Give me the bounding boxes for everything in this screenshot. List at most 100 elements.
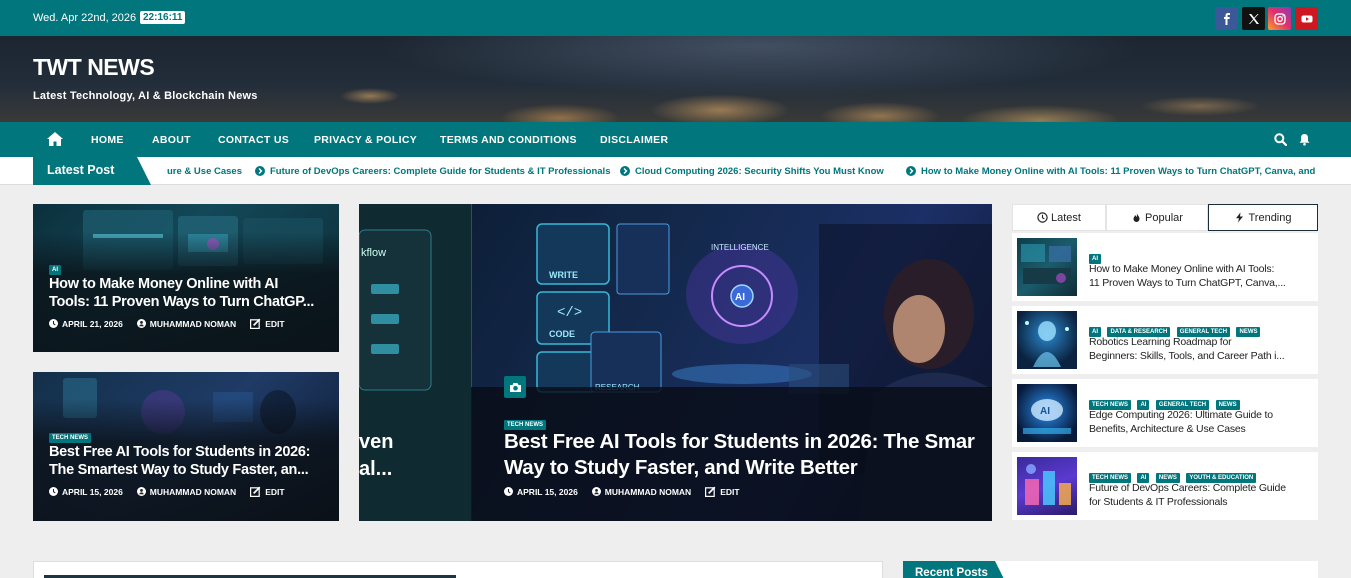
site-header: TWT NEWS Latest Technology, AI & Blockch…: [0, 36, 1351, 122]
nav-contact-us[interactable]: CONTACT US: [218, 134, 289, 146]
sidebar-post[interactable]: AI TECH NEWS AI GENERAL TECH NEWS Edge C…: [1012, 379, 1318, 447]
clock-icon: [49, 319, 58, 328]
bell-icon[interactable]: [1298, 133, 1311, 146]
nav-terms-and-conditions[interactable]: TERMS AND CONDITIONS: [440, 134, 577, 146]
sidebar-tabs: Latest Popular Trending: [1012, 204, 1318, 231]
sidebar-post-title-line[interactable]: How to Make Money Online with AI Tools:: [1089, 262, 1309, 276]
instagram-link[interactable]: [1268, 7, 1291, 30]
ticker-track: ure & Use Cases Future of DevOps Careers…: [167, 157, 1318, 185]
tab-trending[interactable]: Trending: [1208, 204, 1318, 231]
recent-posts-heading: Recent Posts: [903, 561, 1007, 578]
edit-icon: [705, 486, 716, 497]
post-title-line[interactable]: How to Make Money Online with AI: [49, 275, 334, 293]
post-meta: APRIL 21, 2026 MUHAMMAD NOMAN EDIT: [49, 318, 285, 329]
sidebar-post-title-line[interactable]: Beginners: Skills, Tools, and Career Pat…: [1089, 349, 1309, 363]
post-meta: APRIL 15, 2026 MUHAMMAD NOMAN EDIT: [504, 486, 740, 497]
sidebar-post-title-line[interactable]: Robotics Learning Roadmap for: [1089, 335, 1309, 349]
sidebar-post-thumbnail[interactable]: [1017, 238, 1077, 296]
previous-slide-line: ven: [359, 431, 394, 453]
top-bar: Wed. Apr 22nd, 2026 22:16:11: [0, 0, 1351, 36]
main-navigation: HOME ABOUT CONTACT US PRIVACY & POLICY T…: [0, 122, 1351, 157]
clock-icon: [504, 487, 513, 496]
tab-latest-label[interactable]: Latest: [1051, 212, 1081, 224]
post-author[interactable]: MUHAMMAD NOMAN: [150, 319, 236, 329]
youtube-icon: [1301, 15, 1312, 22]
facebook-icon: [1223, 12, 1230, 25]
ticker-label: Latest Post: [33, 157, 151, 185]
sidebar-post-thumbnail[interactable]: [1017, 311, 1077, 369]
tab-latest[interactable]: Latest: [1012, 204, 1106, 231]
sidebar-post-thumbnail[interactable]: [1017, 457, 1077, 515]
sidebar-post-title-line[interactable]: Benefits, Architecture & Use Cases: [1089, 422, 1309, 436]
site-title[interactable]: TWT NEWS: [33, 54, 155, 81]
home-icon[interactable]: [47, 132, 63, 146]
sidebar-post[interactable]: TECH NEWS AI NEWS YOUTH & EDUCATION Futu…: [1012, 452, 1318, 520]
edit-icon: [250, 318, 261, 329]
workflow-label: kflow: [361, 247, 386, 259]
tab-trending-label[interactable]: Trending: [1248, 212, 1291, 224]
sidebar-post-thumbnail[interactable]: AI: [1017, 384, 1077, 442]
edit-link[interactable]: EDIT: [720, 487, 739, 497]
nav-privacy-policy[interactable]: PRIVACY & POLICY: [314, 134, 417, 146]
featured-post-card[interactable]: AI How to Make Money Online with AI Tool…: [33, 204, 339, 352]
ticker-item[interactable]: How to Make Money Online with AI Tools: …: [921, 166, 1318, 177]
panel-intelligence-label: INTELLIGENCE: [711, 243, 769, 252]
panel-write-label: WRITE: [549, 270, 578, 280]
sidebar-post-title-line[interactable]: Edge Computing 2026: Ultimate Guide to: [1089, 408, 1309, 422]
sidebar-post-title[interactable]: How to Make Money Online with AI Tools: …: [1089, 262, 1309, 290]
featured-post-card[interactable]: TECH NEWS Best Free AI Tools for Student…: [33, 372, 339, 521]
recent-posts-widget: Recent Posts: [903, 561, 1318, 578]
sidebar-post-title[interactable]: Robotics Learning Roadmap for Beginners:…: [1089, 335, 1309, 363]
fire-icon: [1133, 212, 1140, 222]
tab-popular-label[interactable]: Popular: [1145, 212, 1183, 224]
x-twitter-link[interactable]: [1242, 7, 1265, 30]
post-date[interactable]: APRIL 21, 2026: [62, 319, 123, 329]
sidebar-post-title-line[interactable]: 11 Proven Ways to Turn ChatGPT, Canva,..…: [1089, 276, 1309, 290]
current-time: 22:16:11: [140, 11, 186, 24]
svg-text:AI: AI: [1040, 406, 1050, 417]
arrow-circle-icon: [620, 166, 630, 176]
previous-slide-title: ven al...: [359, 429, 471, 483]
hero-title-line[interactable]: Way to Study Faster, and Write Better: [504, 455, 992, 481]
user-icon: [591, 487, 601, 496]
sidebar-post-title[interactable]: Edge Computing 2026: Ultimate Guide to B…: [1089, 408, 1309, 436]
arrow-circle-icon: [906, 166, 916, 176]
post-title-line[interactable]: Best Free AI Tools for Students in 2026:: [49, 443, 334, 461]
edit-icon: [250, 486, 261, 497]
post-title[interactable]: Best Free AI Tools for Students in 2026:…: [49, 443, 334, 479]
ticker-item[interactable]: ure & Use Cases: [167, 166, 242, 177]
post-date[interactable]: APRIL 15, 2026: [62, 487, 123, 497]
category-badge[interactable]: TECH NEWS: [49, 433, 91, 443]
sidebar-post[interactable]: AI How to Make Money Online with AI Tool…: [1012, 233, 1318, 301]
post-author[interactable]: MUHAMMAD NOMAN: [150, 487, 236, 497]
nav-home[interactable]: HOME: [91, 134, 124, 146]
main-content-section: [33, 561, 883, 578]
youtube-link[interactable]: [1295, 7, 1318, 30]
sidebar-post-title[interactable]: Future of DevOps Careers: Complete Guide…: [1089, 481, 1309, 509]
post-author[interactable]: MUHAMMAD NOMAN: [605, 487, 691, 497]
search-icon[interactable]: [1274, 133, 1287, 146]
hero-title-line[interactable]: Best Free AI Tools for Students in 2026:…: [504, 429, 992, 455]
hero-slider[interactable]: kflow WRITE CODE </> RESEARCH AI INTELLI…: [359, 204, 992, 521]
edit-link[interactable]: EDIT: [265, 487, 284, 497]
ticker-item[interactable]: Future of DevOps Careers: Complete Guide…: [270, 166, 610, 177]
category-badge[interactable]: AI: [49, 265, 61, 275]
post-title-line[interactable]: The Smartest Way to Study Faster, an...: [49, 461, 334, 479]
x-twitter-icon: [1248, 13, 1259, 24]
ticker-item[interactable]: Cloud Computing 2026: Security Shifts Yo…: [635, 166, 884, 177]
nav-disclaimer[interactable]: DISCLAIMER: [600, 134, 668, 146]
user-icon: [136, 487, 146, 496]
tab-popular[interactable]: Popular: [1106, 204, 1208, 231]
edit-link[interactable]: EDIT: [265, 319, 284, 329]
hero-post-title[interactable]: Best Free AI Tools for Students in 2026:…: [504, 429, 992, 481]
sidebar-post[interactable]: AI DATA & RESEARCH GENERAL TECH NEWS Rob…: [1012, 306, 1318, 374]
sidebar-post-title-line[interactable]: for Students & IT Professionals: [1089, 495, 1309, 509]
post-title[interactable]: How to Make Money Online with AI Tools: …: [49, 275, 334, 311]
current-date: Wed. Apr 22nd, 2026: [33, 12, 137, 24]
panel-ai-label: AI: [735, 292, 745, 303]
sidebar-post-title-line[interactable]: Future of DevOps Careers: Complete Guide: [1089, 481, 1309, 495]
facebook-link[interactable]: [1215, 7, 1238, 30]
post-date[interactable]: APRIL 15, 2026: [517, 487, 578, 497]
nav-about[interactable]: ABOUT: [152, 134, 191, 146]
post-title-line[interactable]: Tools: 11 Proven Ways to Turn ChatGP...: [49, 293, 334, 311]
